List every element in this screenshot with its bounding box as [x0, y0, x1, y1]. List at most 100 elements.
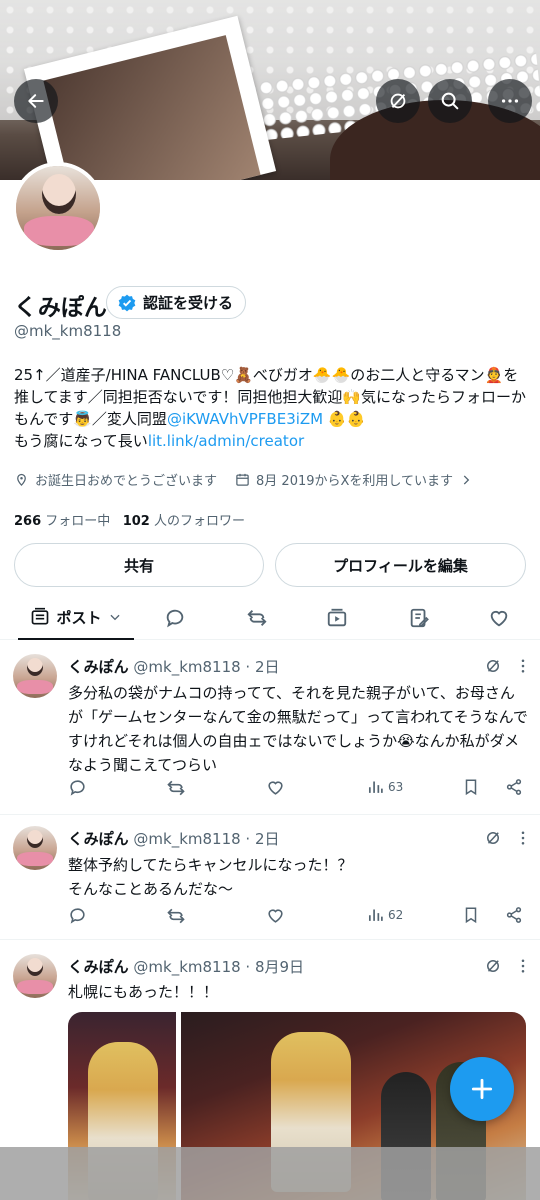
more-button[interactable]: [488, 79, 532, 123]
post-meta: @mk_km8118 · 2日: [133, 830, 280, 848]
post-actions: 62: [68, 906, 528, 930]
post-avatar[interactable]: [13, 654, 57, 698]
tab-reposts[interactable]: [234, 596, 280, 640]
post-avatar[interactable]: [13, 954, 57, 998]
verified-badge-icon: [118, 294, 136, 311]
hide-reposts-button[interactable]: [376, 79, 420, 123]
bio-text-tail: 👶👶: [323, 410, 366, 428]
post-text: 多分私の袋がナムコの持ってて、それを見た親子がいて、お母さんが「ゲームセンターな…: [68, 684, 528, 774]
share-button[interactable]: 共有: [14, 543, 264, 587]
views-button[interactable]: 63: [367, 778, 403, 795]
tab-replies[interactable]: [152, 596, 198, 640]
post-more-icon[interactable]: [520, 829, 526, 847]
share-post-button[interactable]: [505, 906, 523, 924]
chevron-right-icon[interactable]: [459, 473, 473, 487]
bookmark-icon: [465, 779, 477, 796]
search-button[interactable]: [428, 79, 472, 123]
post-header: くみぽん @mk_km8118 · 2日: [68, 656, 280, 677]
back-button[interactable]: [14, 79, 58, 123]
birthday-text: お誕生日おめでとうございます: [35, 474, 218, 489]
post-header-actions: [484, 957, 526, 975]
profile-name: くみぽん: [14, 295, 107, 321]
post-more-icon[interactable]: [520, 957, 526, 975]
post-avatar[interactable]: [13, 826, 57, 870]
repost-button[interactable]: [166, 906, 186, 926]
tab-posts-label: ポスト: [56, 608, 102, 627]
back-arrow-icon: [28, 94, 44, 108]
bookmark-button[interactable]: [462, 778, 480, 796]
plus-icon: [471, 1078, 493, 1100]
post-header-actions: [484, 657, 526, 675]
post-meta: @mk_km8118 · 8月9日: [133, 958, 305, 976]
views-count: 62: [388, 907, 404, 922]
bio-url-link[interactable]: lit.link/admin/creator: [148, 432, 304, 450]
profile-tabs: ポスト: [0, 596, 540, 640]
share-icon: [506, 779, 522, 795]
post-text-line: そんなことあるんだな〜: [68, 880, 234, 898]
profile-avatar[interactable]: [12, 162, 104, 254]
reply-button[interactable]: [68, 778, 87, 797]
bookmark-button[interactable]: [462, 906, 480, 924]
like-button[interactable]: [266, 906, 285, 925]
repost-button[interactable]: [166, 778, 186, 798]
post-text-line: 整体予約してたらキャンセルになった！？: [68, 856, 353, 874]
post-item[interactable]: くみぽん @mk_km8118 · 2日 整体予約してたらキャンセルになった！？…: [0, 815, 540, 940]
profile-bio: 25↑／道産子/HINA FANCLUB♡🧸べびガオ🐣🐣のお二人と守るマン👲を推…: [14, 364, 529, 452]
edit-profile-button[interactable]: プロフィールを編集: [275, 543, 526, 587]
views-button[interactable]: 62: [367, 906, 403, 923]
article-edit-icon: [410, 608, 429, 628]
follow-stats: 266 フォロー中 102 人のフォロワー: [14, 510, 245, 529]
tab-media[interactable]: [314, 596, 360, 640]
share-icon: [506, 907, 522, 923]
compose-post-button[interactable]: [450, 1057, 514, 1121]
tab-likes[interactable]: [476, 596, 522, 640]
reply-icon: [70, 780, 85, 796]
post-text: 整体予約してたらキャンセルになった！？ そんなことあるんだな〜: [68, 853, 528, 901]
post-header: くみぽん @mk_km8118 · 2日: [68, 828, 280, 849]
followers-link[interactable]: 102 人のフォロワー: [123, 514, 245, 529]
posts-tab-icon: [32, 607, 49, 625]
joined-date: 8月 2019からXを利用しています: [256, 474, 454, 489]
post-item[interactable]: くみぽん @mk_km8118 · 2日 多分私の袋がナムコの持ってて、それを見…: [0, 641, 540, 815]
views-chart-icon: [368, 781, 383, 793]
get-verified-button[interactable]: 認証を受ける: [106, 286, 247, 319]
reply-bubble-icon: [166, 609, 184, 628]
profile-handle: @mk_km8118: [14, 322, 122, 340]
views-count: 63: [388, 779, 404, 794]
share-post-button[interactable]: [505, 778, 523, 796]
post-text: 札幌にもあった！！！: [68, 983, 219, 1001]
post-header: くみぽん @mk_km8118 · 8月9日: [68, 956, 304, 977]
grok-icon[interactable]: [484, 657, 502, 675]
repost-icon: [247, 610, 267, 626]
profile-meta: お誕生日おめでとうございます 8月 2019からXを利用しています: [14, 470, 529, 489]
heart-icon: [490, 610, 508, 627]
post-header-actions: [484, 829, 526, 847]
reply-icon: [70, 908, 85, 924]
chevron-down-icon: [109, 614, 120, 621]
grok-icon[interactable]: [484, 957, 502, 975]
heart-icon: [268, 909, 283, 923]
calendar-icon: [236, 473, 249, 486]
bottom-nav-bar: [0, 1147, 540, 1200]
tab-articles[interactable]: [396, 596, 442, 640]
repost-icon: [167, 780, 185, 796]
views-chart-icon: [368, 909, 383, 921]
bio-mention-link[interactable]: @iKWAVhVPFBE3iZM: [167, 410, 323, 428]
grok-icon[interactable]: [484, 829, 502, 847]
post-author[interactable]: くみぽん: [68, 958, 129, 976]
get-verified-label: 認証を受ける: [143, 294, 234, 312]
repost-icon: [167, 908, 185, 924]
post-author[interactable]: くみぽん: [68, 830, 129, 848]
bio-text-line2: もう腐になって長い: [14, 432, 148, 450]
no-grok-icon: [390, 93, 406, 109]
search-icon: [441, 92, 459, 110]
like-button[interactable]: [266, 778, 285, 797]
bookmark-icon: [465, 907, 477, 924]
post-meta: @mk_km8118 · 2日: [133, 658, 280, 676]
reply-button[interactable]: [68, 906, 87, 925]
tab-posts[interactable]: ポスト: [18, 596, 134, 640]
location-pin-icon: [17, 473, 26, 487]
following-link[interactable]: 266 フォロー中: [14, 514, 110, 529]
post-more-icon[interactable]: [520, 657, 526, 675]
post-author[interactable]: くみぽん: [68, 658, 129, 676]
